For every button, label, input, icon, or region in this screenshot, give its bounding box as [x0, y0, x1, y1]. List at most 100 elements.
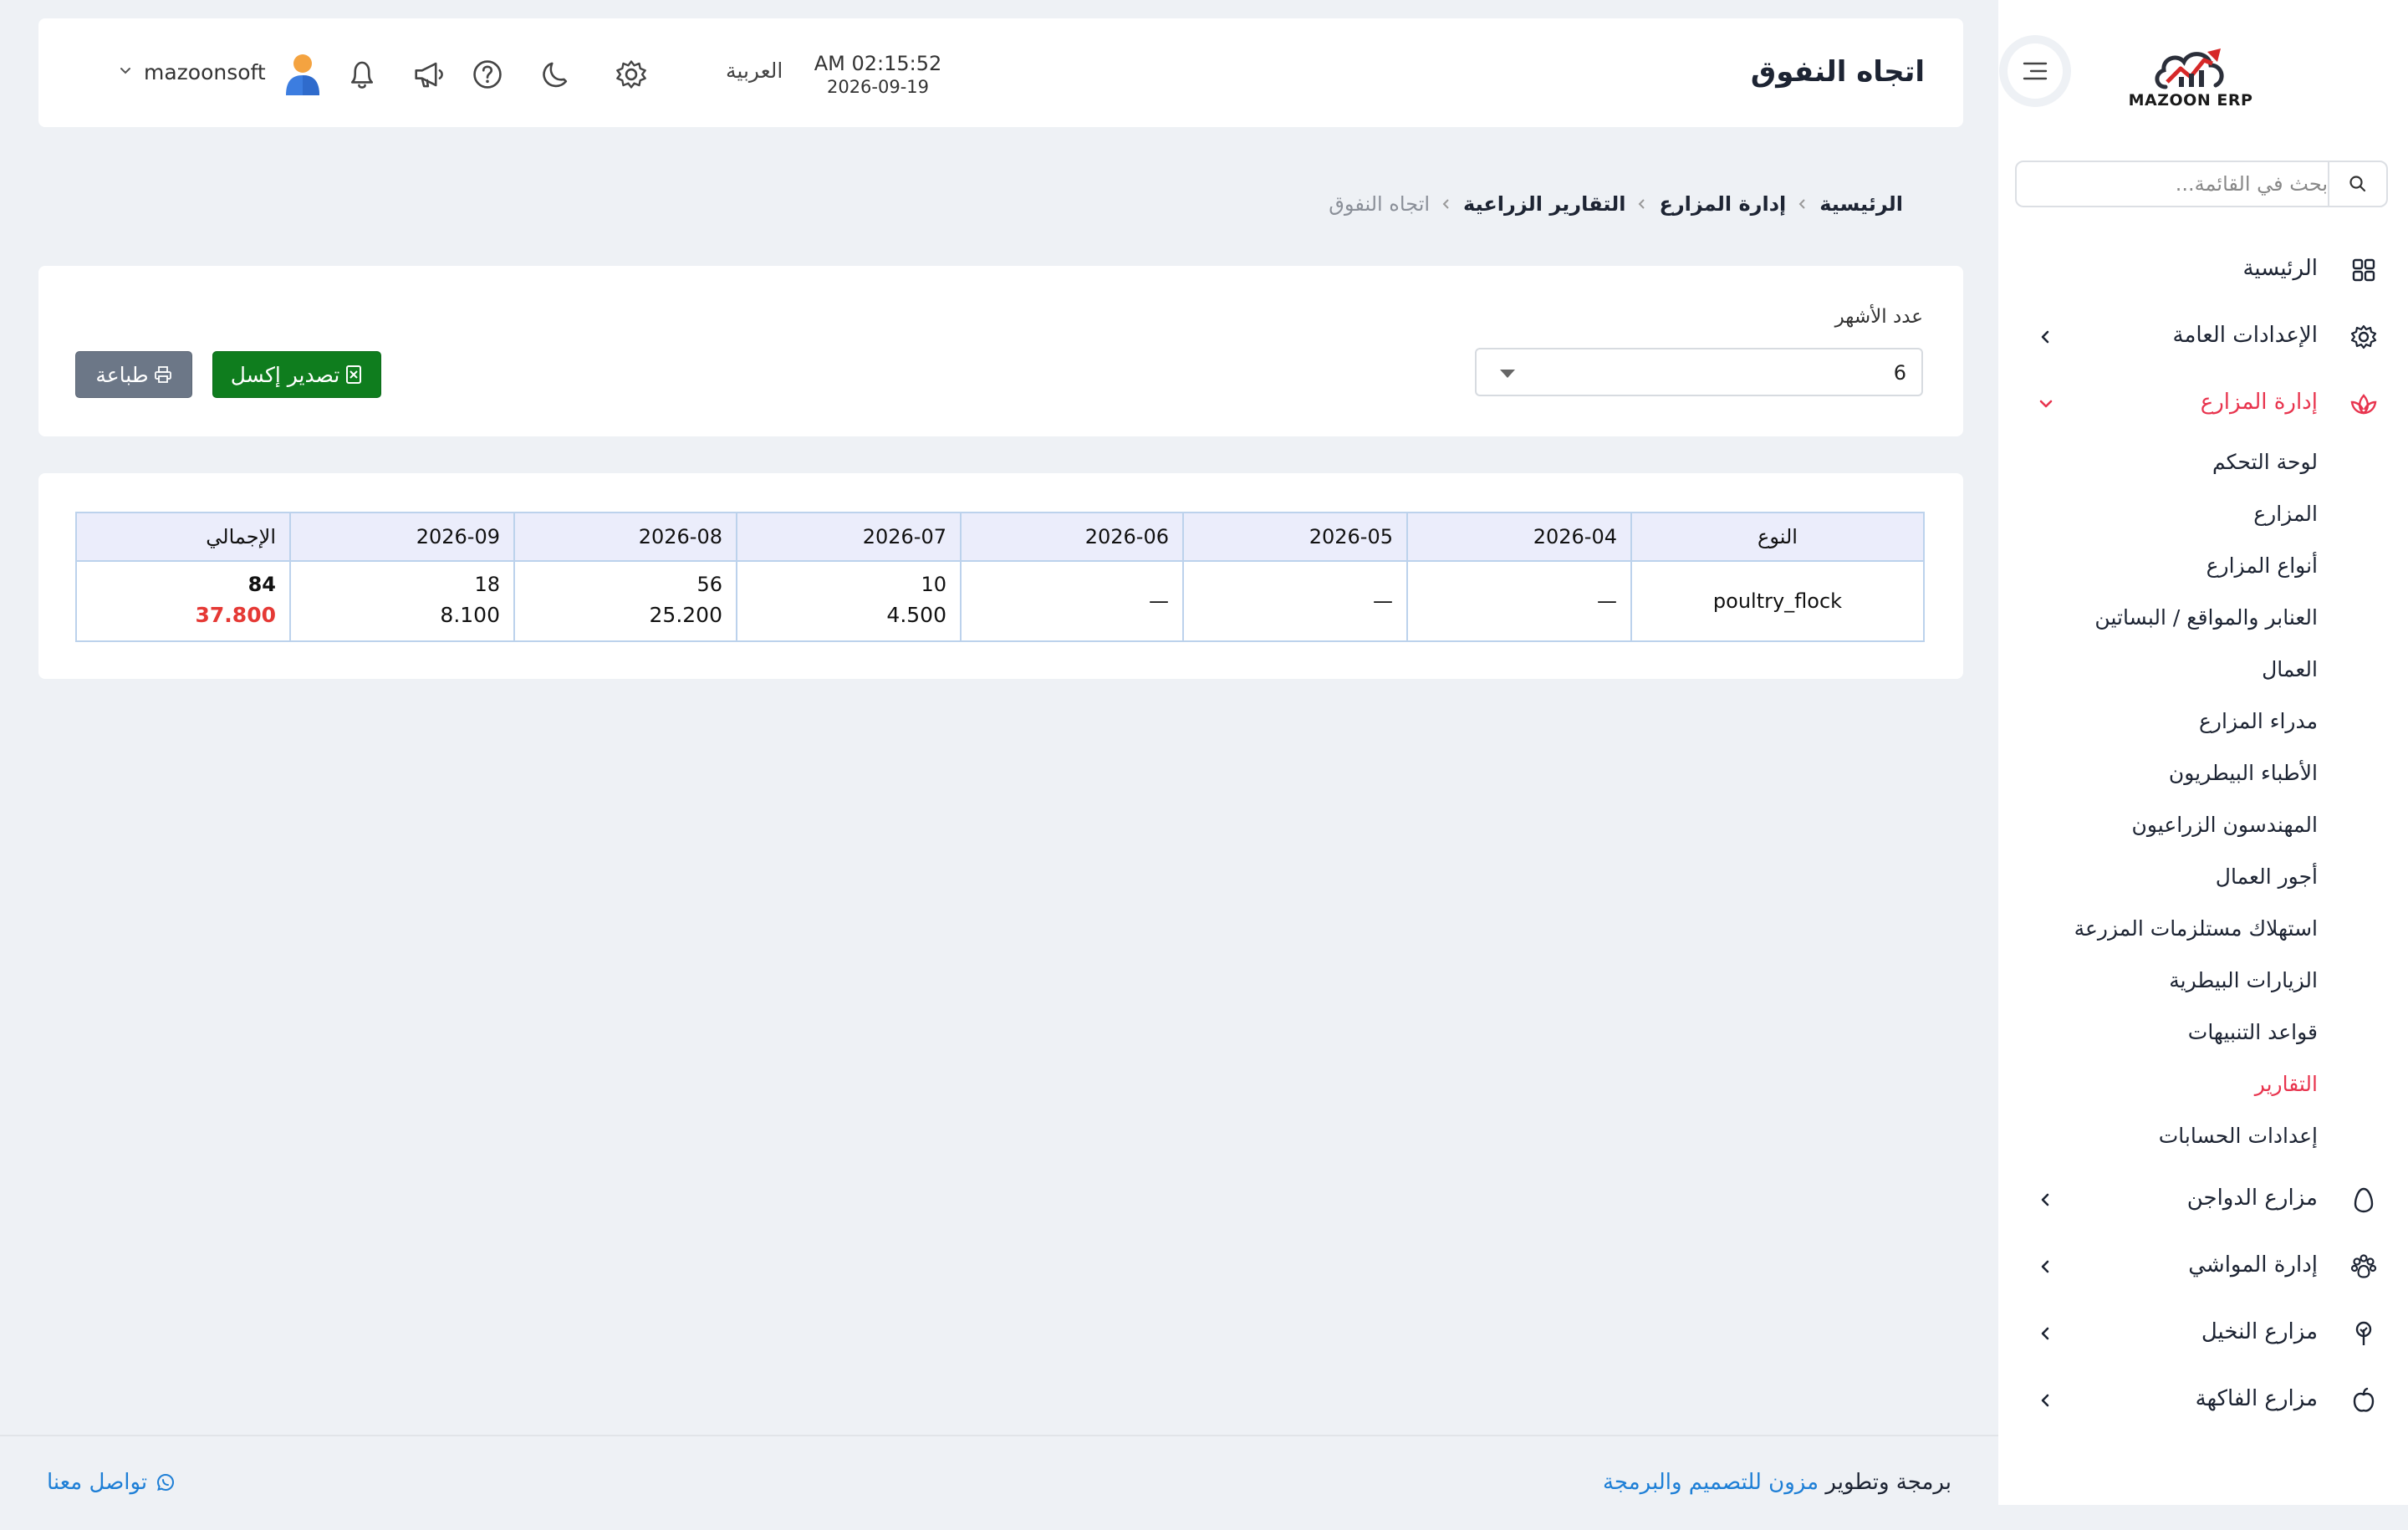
- breadcrumb-farm-management[interactable]: إدارة المزارع: [1659, 192, 1786, 216]
- excel-file-icon: [346, 365, 362, 384]
- sidebar-item-label: إدارة المواشي: [2188, 1252, 2318, 1278]
- sidebar: MAZOON ERP الرئيسية الإعدادات العامة إدا…: [1998, 0, 2408, 1505]
- sidebar-item-label: الرئيسية: [2242, 256, 2318, 281]
- sidebar-item-farm-management[interactable]: إدارة المزارع: [1998, 378, 2408, 428]
- column-header: 2026-09: [289, 512, 515, 562]
- credit-link[interactable]: مزون للتصميم والبرمجة: [1603, 1470, 1819, 1495]
- table-cell: —: [1406, 560, 1632, 642]
- chevron-down-icon: [2035, 393, 2057, 415]
- mortality-trend-table: النوع 2026-04 2026-05 2026-06 2026-07 20…: [75, 512, 1925, 642]
- egg-icon: [2349, 1186, 2378, 1214]
- breadcrumb-current: اتجاه النفوق: [1329, 192, 1431, 216]
- sidebar-item-poultry-farms[interactable]: مزارع الدواجن: [1998, 1174, 2408, 1224]
- sidebar-subitem-supplies-consumption[interactable]: استهلاك مستلزمات المزرعة: [2074, 916, 2318, 941]
- cell-count: 10: [921, 573, 946, 596]
- sidebar-subitem-wards-sites[interactable]: العنابر والمواقع / البساتين: [2094, 605, 2318, 630]
- sidebar-search: [2015, 161, 2388, 207]
- logo-text: MAZOON ERP: [2128, 91, 2253, 110]
- breadcrumb-home[interactable]: الرئيسية: [1819, 192, 1903, 216]
- help-icon[interactable]: [468, 55, 507, 94]
- cell-amount: 8.100: [440, 603, 500, 627]
- sidebar-item-palm-farms[interactable]: مزارع النخيل: [1998, 1308, 2408, 1358]
- chevron-left-icon: [1637, 197, 1647, 211]
- sidebar-search-input[interactable]: [2043, 167, 2328, 201]
- column-header: النوع: [1630, 512, 1925, 562]
- table-cell: 10 4.500: [736, 560, 962, 642]
- chevron-left-icon: [2035, 1189, 2057, 1211]
- cell-count: —: [1149, 589, 1169, 613]
- months-label: عدد الأشهر: [1834, 306, 1923, 328]
- paw-icon: [2349, 1252, 2378, 1281]
- sidebar-subitem-workers[interactable]: العمال: [2262, 657, 2318, 681]
- contact-us-label: تواصل معنا: [47, 1470, 148, 1495]
- sidebar-subitem-farm-types[interactable]: أنواع المزارع: [2206, 553, 2318, 578]
- footer: برمجة وتطوير مزون للتصميم والبرمجة تواصل…: [0, 1435, 1998, 1530]
- chevron-left-icon: [2035, 1323, 2057, 1344]
- sidebar-item-label: مزارع الفاكهة: [2195, 1386, 2318, 1411]
- sidebar-subitem-farm-managers[interactable]: مدراء المزارع: [2199, 709, 2318, 733]
- footer-credit: برمجة وتطوير مزون للتصميم والبرمجة: [1603, 1470, 1951, 1495]
- table-cell: —: [960, 560, 1184, 642]
- sidebar-subitem-dashboard[interactable]: لوحة التحكم: [2212, 450, 2318, 474]
- sidebar-item-livestock[interactable]: إدارة المواشي: [1998, 1241, 2408, 1291]
- cell-amount: 4.500: [886, 603, 946, 627]
- total-count: 84: [247, 573, 276, 596]
- sidebar-subitem-vet-visits[interactable]: الزيارات البيطرية: [2169, 968, 2318, 992]
- sidebar-item-fruit-farms[interactable]: مزارع الفاكهة: [1998, 1374, 2408, 1425]
- printer-icon: [154, 366, 171, 383]
- cell-count: 56: [696, 573, 722, 596]
- avatar[interactable]: [281, 52, 324, 97]
- sidebar-toggle[interactable]: [1999, 35, 2071, 107]
- sidebar-item-label: الإعدادات العامة: [2172, 323, 2318, 348]
- moon-icon[interactable]: [537, 55, 575, 94]
- sidebar-item-label: إدارة المزارع: [2200, 390, 2318, 415]
- table-header-row: النوع 2026-04 2026-05 2026-06 2026-07 20…: [75, 512, 1925, 562]
- sidebar-subitem-account-settings[interactable]: إعدادات الحسابات: [2159, 1124, 2318, 1148]
- gear-icon: [2349, 323, 2378, 351]
- filter-card: عدد الأشهر 6 تصدير إكسل طباعة: [38, 266, 1963, 436]
- settings-gear-icon[interactable]: [612, 55, 650, 94]
- cell-count: —: [1597, 589, 1617, 613]
- grid-icon: [2349, 256, 2378, 284]
- language-switch[interactable]: العربية: [726, 59, 783, 83]
- cell-amount: 25.200: [649, 603, 722, 627]
- apple-icon: [2349, 1386, 2378, 1415]
- megaphone-icon[interactable]: [410, 55, 448, 94]
- logo-mark-icon: [2155, 48, 2224, 89]
- contact-us-link[interactable]: تواصل معنا: [47, 1470, 176, 1495]
- months-select[interactable]: 6: [1475, 348, 1923, 396]
- breadcrumb-agri-reports[interactable]: التقارير الزراعية: [1463, 192, 1625, 216]
- sidebar-subitem-farms[interactable]: المزارع: [2253, 502, 2318, 526]
- export-excel-button[interactable]: تصدير إكسل: [212, 351, 381, 398]
- lotus-icon: [2349, 390, 2378, 418]
- sidebar-subitem-agri-engineers[interactable]: المهندسون الزراعيون: [2132, 813, 2319, 837]
- print-button[interactable]: طباعة: [75, 351, 192, 398]
- column-header: 2026-05: [1182, 512, 1408, 562]
- column-header: 2026-04: [1406, 512, 1632, 562]
- sidebar-item-label: مزارع النخيل: [2201, 1319, 2318, 1344]
- column-header: 2026-07: [736, 512, 962, 562]
- table-cell-total: 84 37.800: [75, 560, 291, 642]
- chevron-left-icon: [1798, 197, 1808, 211]
- chevron-down-icon[interactable]: [119, 65, 132, 77]
- breadcrumb: الرئيسية إدارة المزارع التقارير الزراعية…: [1329, 192, 1903, 216]
- sidebar-subitem-vets[interactable]: الأطباء البيطريون: [2169, 761, 2318, 785]
- sidebar-item-home[interactable]: الرئيسية: [1998, 244, 2408, 294]
- whatsapp-icon: [157, 1473, 175, 1492]
- sidebar-subitem-worker-wages[interactable]: أجور العمال: [2216, 864, 2318, 889]
- column-header: الإجمالي: [75, 512, 291, 562]
- sidebar-subitem-reports[interactable]: التقارير: [2255, 1072, 2318, 1096]
- sidebar-item-general-settings[interactable]: الإعدادات العامة: [1998, 311, 2408, 361]
- clock-time: AM 02:15:52: [814, 52, 942, 75]
- search-icon[interactable]: [2328, 162, 2386, 206]
- sidebar-item-label: مزارع الدواجن: [2186, 1186, 2318, 1211]
- top-header: اتجاه النفوق AM 02:15:52 2026-09-19 العر…: [38, 18, 1963, 127]
- sidebar-subitem-alert-rules[interactable]: قواعد التنبيهات: [2188, 1020, 2318, 1044]
- column-header: 2026-06: [960, 512, 1184, 562]
- menu-toggle-icon: [2023, 62, 2048, 80]
- bell-icon[interactable]: [343, 55, 381, 94]
- username[interactable]: mazoonsoft: [144, 60, 266, 84]
- page-title: اتجاه النفوق: [1750, 55, 1925, 89]
- caret-down-icon: [1500, 370, 1515, 378]
- cell-count: —: [1373, 589, 1393, 613]
